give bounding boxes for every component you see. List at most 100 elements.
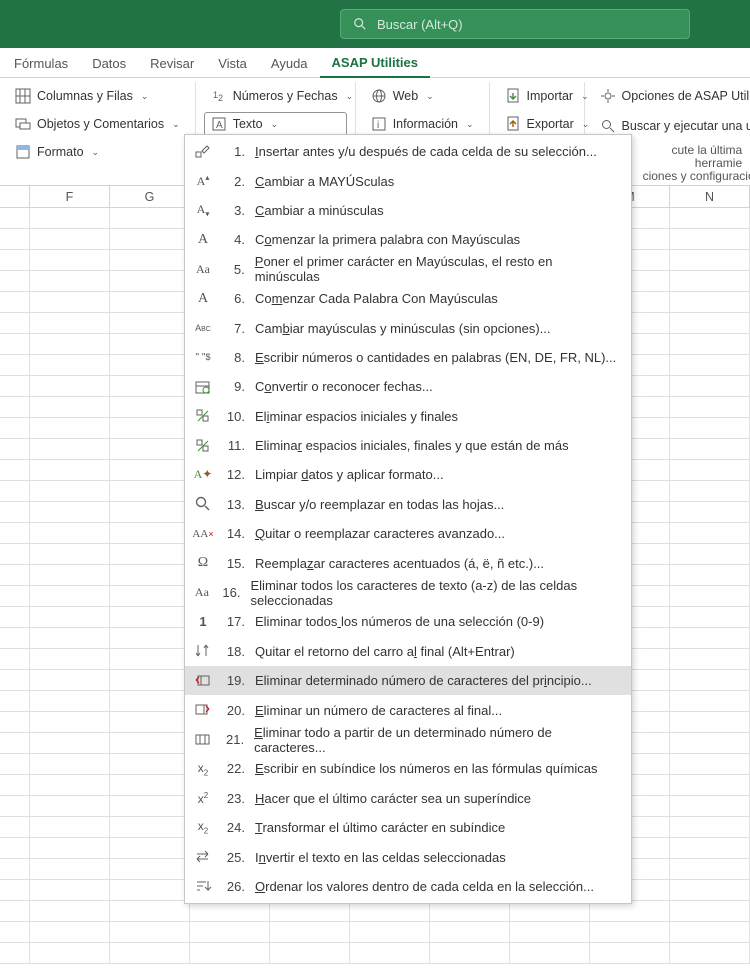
export-icon [505, 116, 521, 132]
informacion-button[interactable]: iInformación⌄ [364, 112, 481, 136]
tab-formulas[interactable]: Fórmulas [2, 50, 80, 77]
menu-item-label: Eliminar todo a partir de un determinado… [254, 725, 619, 755]
chevron-down-icon: ⌄ [426, 91, 434, 102]
title-bar: Buscar (Alt+Q) [0, 0, 750, 48]
text-icon: A [211, 116, 227, 132]
chevron-down-icon: ⌄ [141, 91, 149, 102]
formato-button[interactable]: Formato⌄ [8, 140, 187, 164]
menu-item-5[interactable]: Aa5.Poner el primer carácter en Mayúscul… [185, 255, 631, 284]
crlf-icon [193, 641, 213, 661]
menu-item-label: Insertar antes y/u después de cada celda… [255, 144, 597, 159]
menu-item-10[interactable]: 10.Eliminar espacios iniciales y finales [185, 402, 631, 431]
menu-item-12[interactable]: A✦12.Limpiar datos y aplicar formato... [185, 460, 631, 489]
x2d-icon: x2 [193, 759, 213, 779]
search-box[interactable]: Buscar (Alt+Q) [340, 9, 690, 39]
Abc-icon: ABC [193, 318, 213, 338]
cal-icon [193, 377, 213, 397]
menu-item-20[interactable]: 20.Eliminar un número de caracteres al f… [185, 695, 631, 724]
Aa-icon: Aa [193, 583, 211, 603]
menu-item-9[interactable]: 9.Convertir o reconocer fechas... [185, 372, 631, 401]
importar-button[interactable]: Importar⌄ [498, 84, 576, 108]
web-button[interactable]: Web⌄ [364, 84, 481, 108]
edit-icon [193, 142, 213, 162]
menu-item-15[interactable]: Ω15.Reemplazar caracteres acentuados (á,… [185, 548, 631, 577]
gear-icon [600, 88, 616, 104]
exportar-button[interactable]: Exportar⌄ [498, 112, 576, 136]
tab-asap-utilities[interactable]: ASAP Utilities [320, 49, 430, 78]
tab-ayuda[interactable]: Ayuda [259, 50, 320, 77]
objetos-y-comentarios-button[interactable]: Objetos y Comentarios⌄ [8, 112, 187, 136]
col-header[interactable]: G [110, 186, 190, 207]
menu-item-17[interactable]: 117.Eliminar todos los números de una se… [185, 607, 631, 636]
menu-item-18[interactable]: 18.Quitar el retorno del carro al final … [185, 637, 631, 666]
menu-item-label: Eliminar todos los caracteres de texto (… [251, 578, 619, 608]
menu-item-14[interactable]: AA×14.Quitar o reemplazar caracteres ava… [185, 519, 631, 548]
menu-item-label: Comenzar la primera palabra con Mayúscul… [255, 232, 520, 247]
col-header[interactable]: N [670, 186, 750, 207]
chevron-down-icon: ⌄ [466, 119, 474, 130]
chevron-down-icon: ⌄ [92, 147, 100, 158]
import-icon [505, 88, 521, 104]
status-text-1: cute la última herramie [643, 144, 750, 170]
menu-item-24[interactable]: x224.Transformar el último carácter en s… [185, 813, 631, 842]
trim-icon [193, 436, 213, 456]
menu-item-label: Cambiar a minúsculas [255, 203, 384, 218]
menu-item-7[interactable]: ABC7.Cambiar mayúsculas y minúsculas (si… [185, 313, 631, 342]
menu-item-label: Ordenar los valores dentro de cada celda… [255, 879, 594, 894]
menu-item-8[interactable]: " "$8.Escribir números o cantidades en p… [185, 343, 631, 372]
tab-vista[interactable]: Vista [206, 50, 259, 77]
menu-item-19[interactable]: 19.Eliminar determinado número de caract… [185, 666, 631, 695]
menu-item-22[interactable]: x222.Escribir en subíndice los números e… [185, 754, 631, 783]
chevron-down-icon: ⌄ [271, 119, 279, 130]
menu-item-16[interactable]: Aa16.Eliminar todos los caracteres de te… [185, 578, 631, 607]
col-header[interactable]: F [30, 186, 110, 207]
chevron-down-icon: ⌄ [172, 119, 180, 130]
menu-item-label: Invertir el texto en las celdas seleccio… [255, 850, 506, 865]
search-run-icon [600, 118, 616, 134]
menu-item-label: Hacer que el último carácter sea un supe… [255, 791, 531, 806]
menu-item-label: Eliminar todos los números de una selecc… [255, 614, 544, 629]
num$-icon: " "$ [193, 347, 213, 367]
menu-item-label: Escribir en subíndice los números en las… [255, 761, 597, 776]
menu-item-label: Transformar el último carácter en subínd… [255, 820, 505, 835]
menu-item-13[interactable]: 13.Buscar y/o reemplazar en todas las ho… [185, 490, 631, 519]
numbers-dates-icon: 12 [211, 88, 227, 104]
menu-item-1[interactable]: 1.Insertar antes y/u después de cada cel… [185, 137, 631, 166]
svg-text:i: i [377, 120, 379, 131]
rev-icon [193, 847, 213, 867]
menu-item-4[interactable]: A4.Comenzar la primera palabra con Mayús… [185, 225, 631, 254]
menu-item-label: Buscar y/o reemplazar en todas las hojas… [255, 497, 504, 512]
menu-item-26[interactable]: 26.Ordenar los valores dentro de cada ce… [185, 872, 631, 901]
columns-rows-icon [15, 88, 31, 104]
columnas-y-filas-button[interactable]: Columnas y Filas⌄ [8, 84, 187, 108]
menu-item-label: Limpiar datos y aplicar formato... [255, 467, 444, 482]
texto-button[interactable]: ATexto⌄ [204, 112, 347, 136]
x2u-icon: x2 [193, 788, 213, 808]
web-icon [371, 88, 387, 104]
Adn-icon: A▾ [193, 200, 213, 220]
tab-revisar[interactable]: Revisar [138, 50, 206, 77]
opciones-asap-button[interactable]: Opciones de ASAP Utilitie [593, 84, 750, 108]
menu-item-2[interactable]: A▴2.Cambiar a MAYÚSculas [185, 166, 631, 195]
trim-icon [193, 406, 213, 426]
menu-item-11[interactable]: 11.Eliminar espacios iniciales, finales … [185, 431, 631, 460]
menu-item-label: Escribir números o cantidades en palabra… [255, 350, 616, 365]
menu-item-25[interactable]: 25.Invertir el texto en las celdas selec… [185, 842, 631, 871]
menu-item-21[interactable]: 21.Eliminar todo a partir de un determin… [185, 725, 631, 754]
menu-item-label: Quitar o reemplazar caracteres avanzado.… [255, 526, 505, 541]
omega-icon: Ω [193, 553, 213, 573]
menu-item-6[interactable]: A6.Comenzar Cada Palabra Con Mayúsculas [185, 284, 631, 313]
search-icon [193, 494, 213, 514]
search-icon [353, 17, 367, 31]
numeros-y-fechas-button[interactable]: 12Números y Fechas⌄ [204, 84, 347, 108]
tab-datos[interactable]: Datos [80, 50, 138, 77]
menu-item-23[interactable]: x223.Hacer que el último carácter sea un… [185, 784, 631, 813]
menu-item-label: Convertir o reconocer fechas... [255, 379, 433, 394]
delR-icon [193, 700, 213, 720]
ribbon-tabs: Fórmulas Datos Revisar Vista Ayuda ASAP … [0, 48, 750, 78]
svg-text:A: A [216, 120, 223, 131]
menu-item-3[interactable]: A▾3.Cambiar a minúsculas [185, 196, 631, 225]
chevron-down-icon: ⌄ [346, 91, 354, 102]
menu-item-label: Poner el primer carácter en Mayúsculas, … [255, 254, 619, 284]
objects-comments-icon [15, 116, 31, 132]
